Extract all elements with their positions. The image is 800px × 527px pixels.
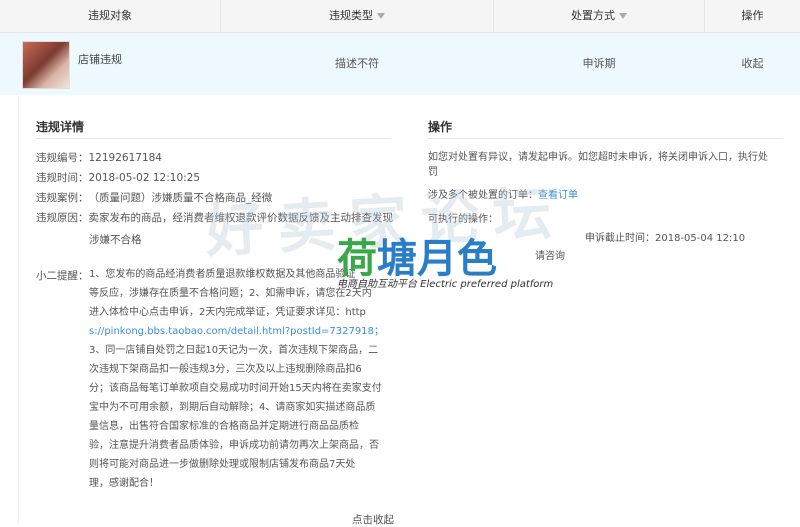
ops-notice: 如您对处置有异议，请发起申诉。如您超时未申诉，将关闭申诉入口，执行处 <box>428 152 768 163</box>
ops-title: 操作 <box>428 120 453 134</box>
detail-divider <box>36 138 391 139</box>
filter-icon <box>619 13 627 19</box>
violation-time: 违规时间：2018-05-02 12:10:25 <box>36 172 201 184</box>
violation-id: 违规编号：12192617184 <box>36 152 162 164</box>
appeal-deadline: 申诉截止时间：2018-05-04 12:10 <box>585 233 746 244</box>
header-action-filter[interactable]: 处置方式 <box>494 0 704 32</box>
table-header: 违规对象 违规类型 处置方式 操作 <box>0 0 800 33</box>
product-thumbnail[interactable] <box>22 41 70 89</box>
violation-reason-cont: 涉嫌不合格 <box>89 234 142 246</box>
header-ops: 操作 <box>741 9 764 22</box>
ops-divider <box>428 138 783 139</box>
violation-type: 描述不符 <box>335 57 379 70</box>
table-row: 店铺违规 描述不符 申诉期 收起 <box>0 33 800 95</box>
collapse-link[interactable]: 收起 <box>705 33 800 95</box>
collapse-detail-link[interactable]: 点击收起 <box>352 512 394 527</box>
tip-text: 1、您发布的商品经消费者质量退款维权数据及其他商品验证 等反应，涉嫌存在质量不合… <box>89 265 389 493</box>
tip-label: 小二提醒： <box>36 270 89 282</box>
action-status: 申诉期 <box>582 57 616 70</box>
detail-url-link[interactable]: s://pinkong.bbs.taobao.com/detail.html?p… <box>89 322 389 341</box>
brand-tagline: 电商自助互动平台 Electric preferred platform <box>337 279 554 290</box>
header-target: 违规对象 <box>88 9 132 22</box>
header-type-filter[interactable]: 违规类型 <box>221 0 493 32</box>
violation-target-label: 店铺违规 <box>78 53 122 66</box>
filter-icon <box>377 13 385 19</box>
detail-title: 违规详情 <box>36 120 85 134</box>
